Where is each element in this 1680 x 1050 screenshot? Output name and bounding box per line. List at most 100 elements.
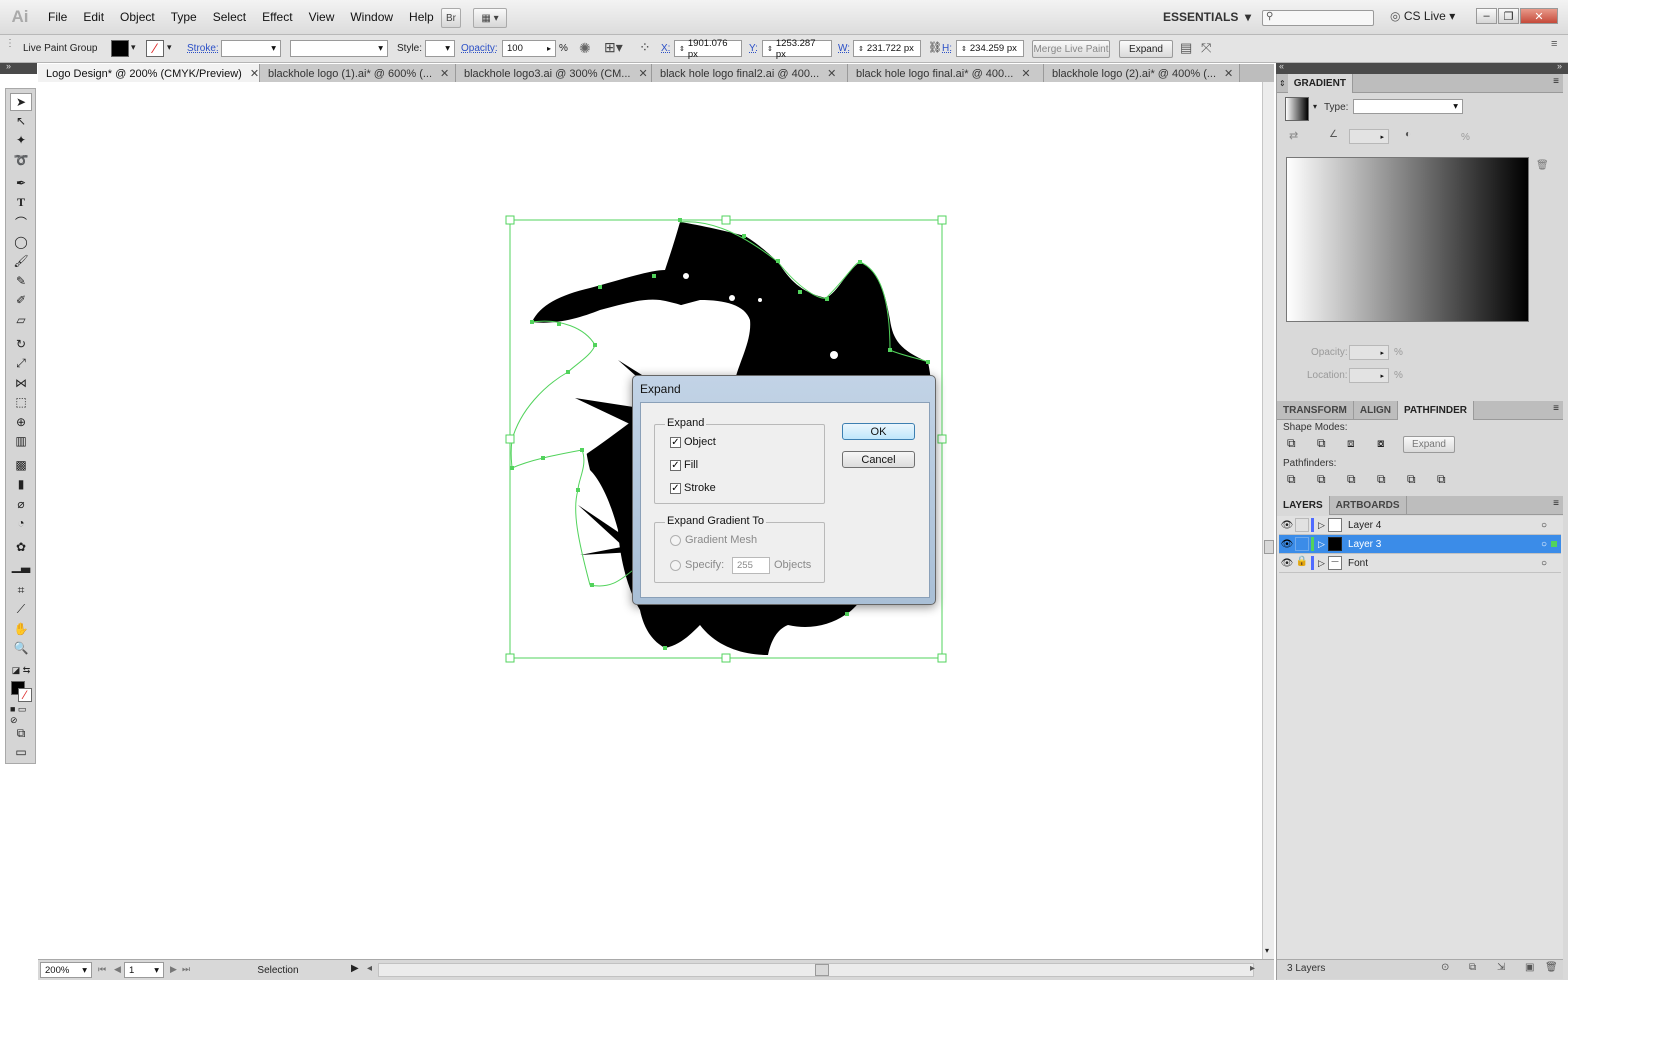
cancel-button[interactable]: Cancel: [842, 451, 915, 468]
artboard-number-field[interactable]: 1 ▾: [124, 962, 164, 978]
close-window-button[interactable]: ✕: [1520, 8, 1558, 24]
free-transform-tool-icon[interactable]: ⬚: [10, 393, 32, 411]
close-icon[interactable]: ✕: [1021, 67, 1030, 80]
type-tool-icon[interactable]: T: [10, 193, 32, 211]
hand-tool-icon[interactable]: ✋: [10, 620, 32, 638]
mesh-tool-icon[interactable]: ▩: [10, 456, 32, 474]
opacity-field[interactable]: 100 ▸: [502, 40, 556, 57]
intersect-icon[interactable]: ⧈: [1347, 436, 1355, 451]
status-menu-icon[interactable]: ▶: [351, 963, 359, 974]
gradient-swatch[interactable]: [1285, 97, 1309, 121]
last-artboard-icon[interactable]: ⏭: [182, 964, 190, 975]
stroke-color-swatch[interactable]: ⁄: [18, 688, 32, 702]
tab-black-hole-logo-final[interactable]: black hole logo final.ai* @ 400... ✕: [848, 64, 1044, 83]
tab-blackhole-logo-2[interactable]: blackhole logo (2).ai* @ 400% (... ✕: [1044, 64, 1240, 83]
lock-toggle[interactable]: [1295, 518, 1309, 532]
tab-blackhole-logo3[interactable]: blackhole logo3.ai @ 300% (CM... ✕: [456, 64, 652, 83]
panel-menu-icon[interactable]: ≡: [1553, 76, 1559, 87]
expand-triangle-icon[interactable]: ▷: [1318, 520, 1328, 531]
tab-layers[interactable]: LAYERS: [1277, 495, 1330, 515]
target-circle-icon[interactable]: ○: [1541, 558, 1547, 569]
gradient-opacity-field[interactable]: ▸: [1349, 345, 1389, 360]
exclude-icon[interactable]: ⧇: [1377, 436, 1385, 451]
zoom-tool-icon[interactable]: 🔍: [10, 639, 32, 657]
target-circle-icon[interactable]: ○: [1541, 539, 1547, 550]
rotate-tool-icon[interactable]: ↻: [10, 335, 32, 353]
bridge-button[interactable]: Br: [441, 8, 461, 28]
minimize-button[interactable]: –: [1476, 8, 1497, 24]
reverse-gradient-icon[interactable]: ⇄: [1289, 129, 1298, 142]
panel-menu-icon[interactable]: ≡: [1553, 498, 1559, 509]
panel-menu-icon[interactable]: ≡: [1553, 403, 1559, 414]
crop-icon[interactable]: ⧉: [1377, 472, 1386, 487]
direct-selection-tool-icon[interactable]: ↖: [10, 112, 32, 130]
stroke-weight-field[interactable]: ▾: [221, 40, 281, 57]
screen-mode-icon[interactable]: ▭: [10, 743, 32, 761]
menu-select[interactable]: Select: [205, 10, 254, 24]
stroke-label[interactable]: Stroke:: [187, 43, 219, 54]
y-field[interactable]: ⇕ 1253.287 px: [762, 38, 832, 60]
vertical-scrollbar[interactable]: ▾: [1262, 82, 1274, 959]
tab-black-hole-logo-final2[interactable]: black hole logo final2.ai @ 400... ✕: [652, 64, 848, 83]
restore-button[interactable]: ❐: [1498, 8, 1519, 24]
previous-artboard-icon[interactable]: ◀: [114, 964, 121, 975]
pencil-tool-icon[interactable]: ✎: [10, 272, 32, 290]
live-paint-options-icon[interactable]: ▤: [1180, 40, 1192, 56]
menu-effect[interactable]: Effect: [254, 10, 300, 24]
expand-triangle-icon[interactable]: ▷: [1318, 558, 1328, 569]
line-segment-tool-icon[interactable]: ⌒: [10, 213, 32, 231]
arrange-documents-button[interactable]: ▦ ▾: [473, 8, 507, 28]
close-icon[interactable]: ✕: [827, 67, 836, 80]
panel-toggle-icon[interactable]: ⇕: [1279, 79, 1286, 88]
tab-artboards[interactable]: ARTBOARDS: [1330, 495, 1407, 515]
visibility-eye-icon[interactable]: 👁: [1279, 558, 1295, 569]
menu-object[interactable]: Object: [112, 10, 163, 24]
magic-wand-tool-icon[interactable]: ✦: [10, 131, 32, 149]
close-icon[interactable]: ✕: [1224, 67, 1233, 80]
tab-pathfinder[interactable]: PATHFINDER: [1398, 400, 1474, 420]
new-sublayer-icon[interactable]: ⇲: [1497, 962, 1505, 973]
gradient-mesh-radio[interactable]: Gradient Mesh: [670, 534, 757, 546]
y-label[interactable]: Y:: [749, 43, 758, 54]
close-icon[interactable]: ✕: [250, 67, 259, 80]
layer-row-layer-4[interactable]: 👁 ▷ Layer 4 ○: [1279, 516, 1561, 535]
pathfinder-expand-button[interactable]: Expand: [1403, 436, 1455, 453]
lock-icon[interactable]: 🔒: [1295, 556, 1309, 570]
fill-checkbox[interactable]: ✓ Fill: [670, 459, 698, 471]
perspective-grid-tool-icon[interactable]: ▥: [10, 432, 32, 450]
tab-align[interactable]: ALIGN: [1354, 400, 1398, 420]
variable-width-profile[interactable]: ▾: [290, 40, 388, 57]
recolor-artwork-icon[interactable]: ✺: [579, 40, 591, 57]
close-icon[interactable]: ✕: [638, 67, 647, 80]
menu-type[interactable]: Type: [163, 10, 205, 24]
tab-gradient[interactable]: GRADIENT: [1287, 73, 1353, 93]
scroll-thumb[interactable]: [1264, 540, 1274, 554]
status-selector[interactable]: Selection: [196, 962, 360, 978]
trim-icon[interactable]: ⧉: [1317, 472, 1326, 487]
gradient-location-field[interactable]: ▸: [1349, 368, 1389, 383]
object-checkbox[interactable]: ✓ Object: [670, 436, 716, 448]
gradient-type-select[interactable]: ▾: [1353, 99, 1463, 114]
zoom-field[interactable]: 200% ▾: [40, 962, 92, 978]
color-mode-icon[interactable]: ■ ▭ ⊘: [10, 704, 32, 725]
reference-point-icon[interactable]: ⁘: [639, 39, 651, 56]
minus-back-icon[interactable]: ⧉: [1437, 472, 1446, 487]
ellipse-tool-icon[interactable]: ◯: [10, 233, 32, 251]
search-help-input[interactable]: ⚲: [1262, 10, 1374, 26]
tab-blackhole-logo-1[interactable]: blackhole logo (1).ai* @ 600% (... ✕: [260, 64, 456, 83]
blob-brush-tool-icon[interactable]: ✐: [10, 291, 32, 309]
pen-tool-icon[interactable]: ✒: [10, 174, 32, 192]
divide-icon[interactable]: ⧉: [1287, 472, 1296, 487]
specify-objects-input[interactable]: 255: [732, 557, 770, 574]
opacity-label[interactable]: Opacity:: [461, 43, 498, 54]
expand-triangle-icon[interactable]: ▷: [1318, 539, 1328, 550]
locate-object-icon[interactable]: ⊙: [1441, 962, 1449, 973]
isolate-group-icon[interactable]: ⤧: [1201, 40, 1211, 56]
layer-row-layer-3[interactable]: 👁 ▷ Layer 3 ○: [1279, 535, 1561, 554]
chevron-down-icon[interactable]: ▾: [1313, 102, 1317, 111]
delete-stop-icon[interactable]: 🗑: [1536, 160, 1549, 171]
toolbox-header[interactable]: »: [0, 61, 37, 74]
graphic-style-picker[interactable]: ▾: [425, 40, 455, 57]
layer-name[interactable]: Layer 3: [1348, 539, 1381, 550]
lock-toggle[interactable]: [1295, 537, 1309, 551]
